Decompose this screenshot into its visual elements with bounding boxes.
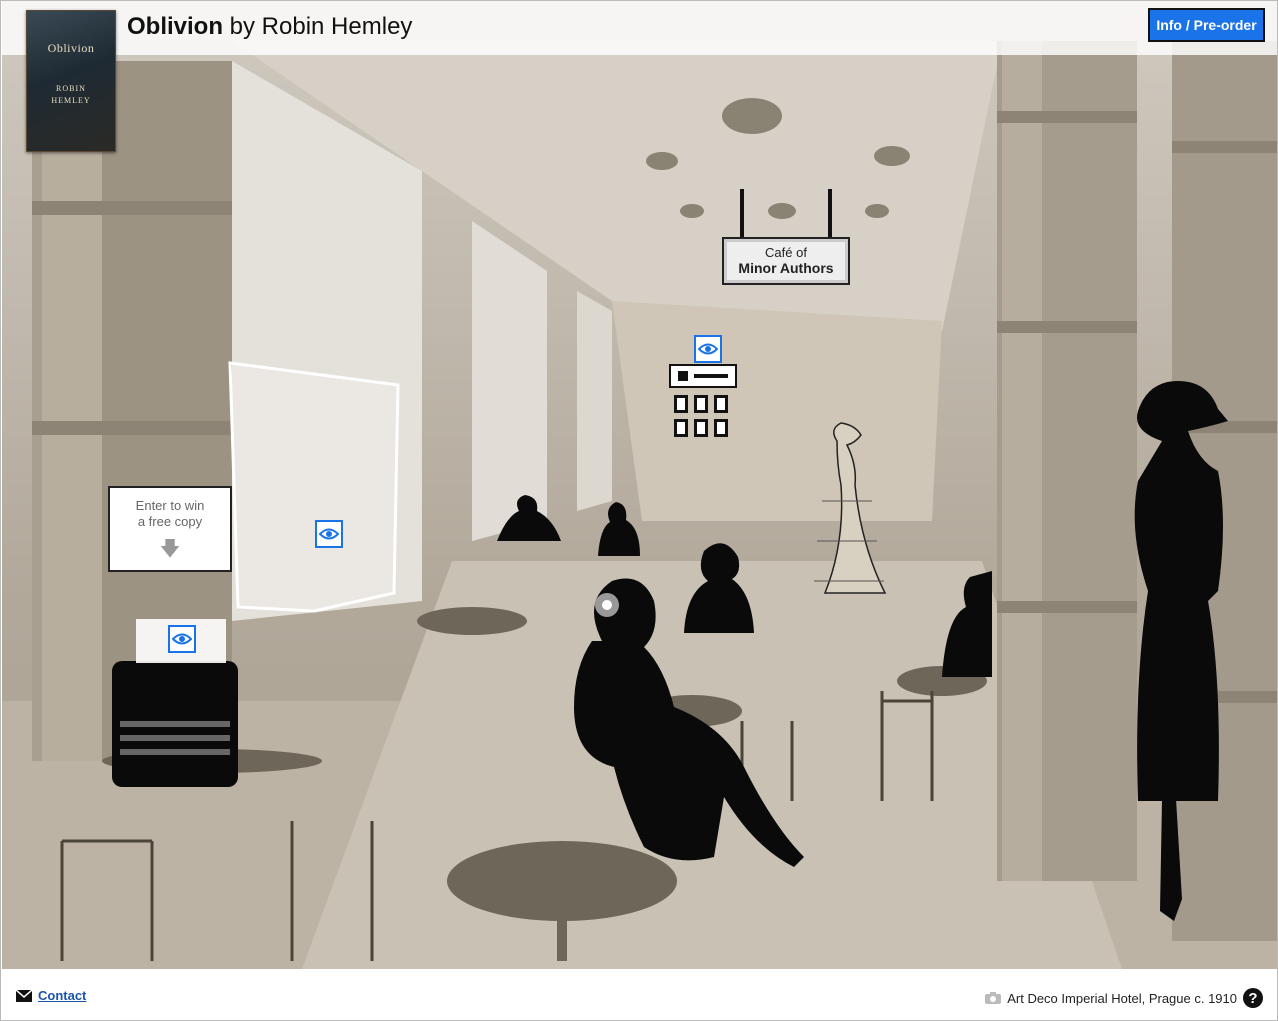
eye-icon [319, 528, 339, 540]
sign-line-1: Café of [765, 245, 807, 260]
cafe-scene: Oblivion ROBIN HEMLEY Oblivion by Robin … [2, 1, 1277, 969]
contact-link-group[interactable]: Contact [16, 988, 86, 1003]
contest-text: Enter to win a free copy [110, 498, 230, 530]
contact-link[interactable]: Contact [38, 988, 86, 1003]
info-preorder-button[interactable]: Info / Pre-order [1148, 8, 1265, 42]
arrow-down-icon: 🡇 [159, 538, 181, 560]
eye-icon [172, 633, 192, 645]
sign-post-left [740, 189, 744, 239]
help-icon[interactable]: ? [1243, 988, 1263, 1008]
contest-line-2: a free copy [137, 514, 203, 529]
eye-icon [698, 343, 718, 355]
contest-line-1: Enter to win [135, 498, 205, 513]
photo-credit: Art Deco Imperial Hotel, Prague c. 1910 … [985, 988, 1263, 1008]
book-title: Oblivion [127, 13, 223, 40]
cover-author-line2: HEMLEY [51, 96, 91, 105]
book-author: by Robin Hemley [223, 13, 413, 40]
envelope-icon [16, 989, 32, 1002]
book-cover-image[interactable]: Oblivion ROBIN HEMLEY [26, 10, 116, 152]
app-frame: Oblivion ROBIN HEMLEY Oblivion by Robin … [0, 0, 1278, 1021]
scene-illustration [2, 41, 1277, 969]
camera-icon [985, 992, 1002, 1004]
cover-author: ROBIN HEMLEY [27, 83, 115, 107]
sign-line-2: Minor Authors [738, 260, 834, 276]
cover-title: Oblivion [47, 41, 95, 55]
sign-post-right [828, 189, 832, 239]
photo-credit-text: Art Deco Imperial Hotel, Prague c. 1910 [1007, 990, 1237, 1006]
cover-author-line1: ROBIN [56, 84, 86, 93]
cafe-sign: Café of Minor Authors [722, 237, 850, 285]
footer-bar: Contact Art Deco Imperial Hotel, Prague … [1, 970, 1277, 1020]
page-title: Oblivion by Robin Hemley [127, 13, 412, 41]
window-hotspot-button[interactable] [315, 520, 343, 548]
menu-hotspot-button[interactable] [694, 335, 722, 363]
typewriter-hotspot-button[interactable] [168, 625, 196, 653]
contest-entry-box[interactable]: Enter to win a free copy 🡇 [108, 486, 232, 572]
